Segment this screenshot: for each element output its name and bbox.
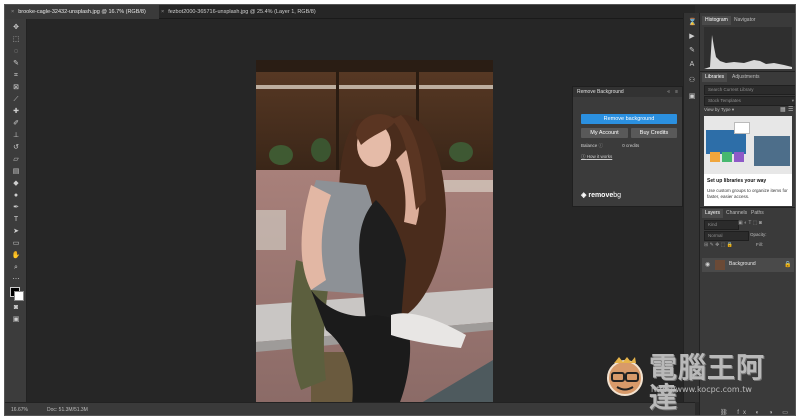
layer-kind-filter[interactable]: Kind <box>704 220 739 230</box>
welcome-illustration <box>704 116 792 174</box>
grid-view-icon[interactable]: ▦ <box>780 106 786 113</box>
healing-brush-tool-icon[interactable]: ✚ <box>10 107 22 116</box>
quick-mask-icon[interactable]: ◙ <box>10 303 22 312</box>
history-brush-tool-icon[interactable]: ↺ <box>10 143 22 152</box>
layer-name[interactable]: Background <box>729 261 756 267</box>
path-select-tool-icon[interactable]: ➤ <box>10 227 22 236</box>
brush-tool-icon[interactable]: ✐ <box>10 119 22 128</box>
remove-background-panel: Remove Background ≡ « Remove background … <box>572 86 683 207</box>
background-color-swatch[interactable] <box>14 291 24 301</box>
screen-mode-icon[interactable]: ▣ <box>10 315 22 324</box>
lasso-tool-icon[interactable]: ◌ <box>10 47 22 56</box>
list-view-icon[interactable]: ☰ <box>788 106 793 113</box>
people-icon[interactable]: ⚇ <box>688 77 696 85</box>
photoshop-window: × brooke-cagle-32432-unsplash.jpg @ 16.7%… <box>4 4 796 416</box>
eyedropper-tool-icon[interactable]: ⟋ <box>10 95 22 104</box>
chevron-down-icon: ▾ <box>791 98 794 103</box>
histogram-graph <box>704 27 792 69</box>
document-size: Doc: 51.3M/51.3M <box>47 407 88 413</box>
fill-label: Fill: <box>756 242 763 247</box>
blur-tool-icon[interactable]: ◆ <box>10 179 22 188</box>
remove-background-button[interactable]: Remove background <box>581 114 677 124</box>
more-tools-icon[interactable]: ⋯ <box>10 275 22 284</box>
removebg-logo: ◈ removebg <box>581 192 622 199</box>
blend-mode-select[interactable]: Normal <box>704 231 749 241</box>
image-panel-icon[interactable]: ▣ <box>688 93 696 101</box>
close-icon[interactable]: × <box>161 9 164 15</box>
panel-title: Remove Background <box>577 89 624 95</box>
status-bar: 16.67% Doc: 51.3M/51.3M <box>5 402 695 415</box>
clone-stamp-tool-icon[interactable]: ⊥ <box>10 131 22 140</box>
dodge-tool-icon[interactable]: ● <box>10 191 22 200</box>
character-icon[interactable]: A <box>688 61 696 69</box>
tab-document-2[interactable]: × fezbot2000-365716-unsplash.jpg @ 25.4% … <box>155 5 326 19</box>
panel-menu-icon[interactable]: ≡ <box>675 87 678 97</box>
eye-photo <box>754 136 790 166</box>
document-tab-bar: × brooke-cagle-32432-unsplash.jpg @ 16.7%… <box>5 5 695 19</box>
document-image[interactable] <box>256 60 493 412</box>
remove-background-panel-header[interactable]: Remove Background ≡ « <box>573 87 682 97</box>
buy-credits-button[interactable]: Buy Credits <box>631 128 677 138</box>
marquee-tool-icon[interactable]: ⬚ <box>10 35 22 44</box>
library-search-input[interactable]: Search Current Library <box>704 85 795 95</box>
tab-histogram[interactable]: Histogram <box>702 16 731 25</box>
play-icon[interactable]: ▶ <box>688 33 696 41</box>
tab-navigator[interactable]: Navigator <box>731 16 758 25</box>
info-icon: ⓘ <box>598 143 604 148</box>
frame-tool-icon[interactable]: ⊠ <box>10 83 22 92</box>
close-icon[interactable]: × <box>11 9 14 15</box>
lock-icon: 🔒 <box>784 262 792 268</box>
view-by-type-select[interactable]: View by Type ▾ <box>704 107 734 113</box>
zoom-tool-icon[interactable]: ⌕ <box>10 263 22 272</box>
panel-icon-strip: ⌛ ▶ ✎ A ⚇ ▣ <box>683 13 699 402</box>
divider <box>700 71 795 72</box>
shape-tool-icon[interactable]: ▭ <box>10 239 22 248</box>
watermark-text: 電腦王阿達 <box>649 351 766 414</box>
layer-thumbnail <box>715 260 725 270</box>
tab-document-1[interactable]: × brooke-cagle-32432-unsplash.jpg @ 16.7%… <box>5 5 159 19</box>
my-account-button[interactable]: My Account <box>581 128 628 138</box>
divider <box>700 207 795 208</box>
balance-row: Balance ⓘ 0 credits <box>581 143 640 148</box>
hand-tool-icon[interactable]: ✋ <box>10 251 22 260</box>
tools-panel: ✥ ⬚ ◌ ✎ ⌗ ⊠ ⟋ ✚ ✐ ⊥ ↺ ▱ ▤ ◆ ● ✒ T ➤ ▭ ✋ … <box>5 19 27 402</box>
how-it-works-link[interactable]: ⓘ How it works <box>581 154 612 160</box>
collapse-icon[interactable]: « <box>667 87 670 97</box>
move-tool-icon[interactable]: ✥ <box>10 23 22 32</box>
zoom-level[interactable]: 16.67% <box>11 403 28 415</box>
removebg-logo-icon: ◈ <box>581 192 587 199</box>
type-tool-icon[interactable]: T <box>10 215 22 224</box>
tab-paths[interactable]: Paths <box>748 209 767 218</box>
tab-channels[interactable]: Channels <box>723 209 750 218</box>
tab-adjustments[interactable]: Adjustments <box>729 73 763 82</box>
layer-filter-icons[interactable]: ▣ ◐ T ⬚ ◙ <box>738 220 762 226</box>
welcome-title: Set up libraries your way <box>707 178 767 184</box>
brush-settings-icon[interactable]: ✎ <box>688 47 696 55</box>
welcome-body: Use custom groups to organize items for … <box>707 188 788 199</box>
lock-icons[interactable]: ⊞ ✎ ✥ ⬚ 🔒 <box>704 242 733 248</box>
libraries-welcome-card: Set up libraries your way Use custom gro… <box>704 116 792 206</box>
quick-select-tool-icon[interactable]: ✎ <box>10 59 22 68</box>
watermark: 電腦王阿達 http://www.kocpc.com.tw <box>603 350 793 413</box>
gradient-tool-icon[interactable]: ▤ <box>10 167 22 176</box>
layer-row-background[interactable]: ◉ Background 🔒 <box>702 258 794 272</box>
canvas-area[interactable] <box>27 19 695 412</box>
watermark-url: http://www.kocpc.com.tw <box>651 385 752 394</box>
library-dropdown[interactable]: Stock Templates ▾ <box>704 96 795 106</box>
histogram-curve <box>704 35 792 69</box>
visibility-eye-icon[interactable]: ◉ <box>705 261 710 268</box>
tab-layers[interactable]: Layers <box>702 209 724 218</box>
opacity-label: Opacity: <box>750 232 767 237</box>
watermark-mascot-icon <box>607 357 643 396</box>
tab-libraries[interactable]: Libraries <box>702 73 728 82</box>
pen-tool-icon[interactable]: ✒ <box>10 203 22 212</box>
crop-tool-icon[interactable]: ⌗ <box>10 71 22 80</box>
history-icon[interactable]: ⌛ <box>688 19 697 27</box>
portrait-photo <box>256 60 493 412</box>
eraser-tool-icon[interactable]: ▱ <box>10 155 22 164</box>
